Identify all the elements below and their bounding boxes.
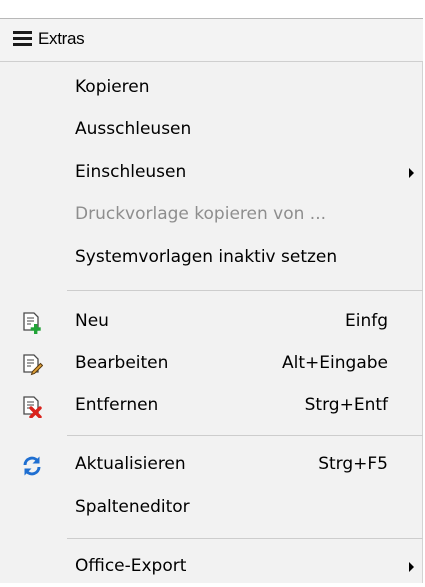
menu-item-ausschleusen[interactable]: Ausschleusen (0, 110, 422, 150)
menu-item-neu[interactable]: Neu Einfg (0, 302, 422, 342)
menu-item-aktualisieren[interactable]: Aktualisieren Strg+F5 (0, 445, 422, 485)
menu-item-systemvorlagen-inaktiv[interactable]: Systemvorlagen inaktiv setzen (0, 238, 422, 278)
submenu-arrow-icon (409, 168, 414, 178)
menu-item-kopieren[interactable]: Kopieren (0, 68, 422, 108)
menu-item-office-export[interactable]: Office-Export (0, 547, 422, 587)
menu-item-label: Entfernen (75, 395, 159, 415)
edit-document-icon (23, 354, 43, 376)
menu-item-shortcut: Strg+Entf (304, 395, 388, 415)
hamburger-icon (13, 31, 32, 47)
menu-item-shortcut: Strg+F5 (318, 454, 388, 474)
new-document-icon (23, 312, 41, 334)
menu-item-label: Aktualisieren (75, 454, 186, 474)
menu-title: Extras (38, 29, 85, 48)
menu-header[interactable]: Extras (0, 18, 423, 62)
menu-item-label: Systemvorlagen inaktiv setzen (75, 247, 338, 267)
menu-item-label: Ausschleusen (75, 119, 192, 139)
menu-item-label: Druckvorlage kopieren von ... (75, 204, 327, 224)
menu-separator (67, 435, 423, 436)
menu-item-label: Bearbeiten (75, 353, 169, 373)
submenu-arrow-icon (409, 562, 414, 572)
context-menu: Kopieren Ausschleusen Einschleusen Druck… (0, 62, 423, 583)
menu-item-entfernen[interactable]: Entfernen Strg+Entf (0, 386, 422, 426)
menu-item-label: Office-Export (75, 556, 187, 576)
menu-item-label: Neu (75, 311, 109, 331)
menu-item-einschleusen[interactable]: Einschleusen (0, 153, 422, 193)
menu-item-shortcut: Einfg (344, 311, 388, 331)
refresh-icon (23, 456, 41, 476)
menu-item-bearbeiten[interactable]: Bearbeiten Alt+Eingabe (0, 344, 422, 384)
menu-item-label: Spalteneditor (75, 497, 190, 517)
delete-document-icon (23, 396, 42, 418)
menu-item-druckvorlage-kopieren: Druckvorlage kopieren von ... (0, 195, 422, 235)
menu-item-spalteneditor[interactable]: Spalteneditor (0, 488, 422, 528)
menu-separator (67, 538, 423, 539)
menu-item-label: Einschleusen (75, 162, 187, 182)
menu-separator (67, 290, 423, 291)
menu-item-shortcut: Alt+Eingabe (282, 353, 388, 373)
menu-item-label: Kopieren (75, 77, 150, 97)
